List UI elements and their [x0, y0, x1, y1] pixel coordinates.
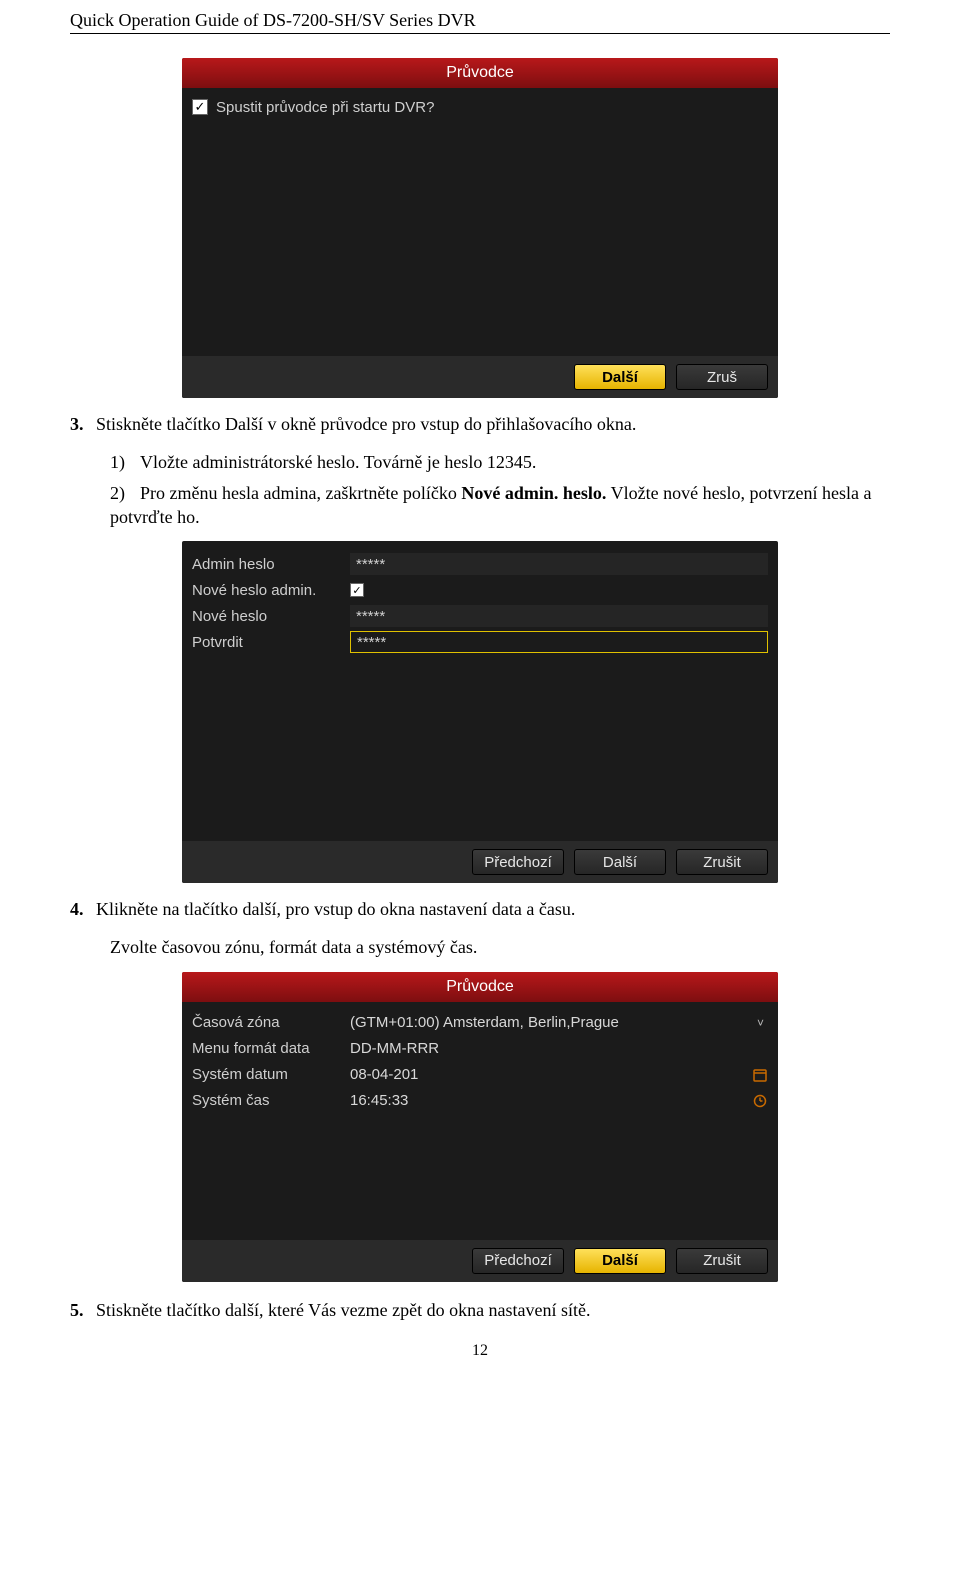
date-format-label: Menu formát data [192, 1040, 342, 1057]
next-button[interactable]: Další [574, 364, 666, 390]
wizard-panel-start: Průvodce ✓ Spustit průvodce při startu D… [182, 58, 778, 398]
system-date-field[interactable]: 08-04-201 [350, 1066, 768, 1083]
wizard-title: Průvodce [182, 972, 778, 1002]
calendar-icon[interactable] [752, 1067, 768, 1083]
cancel-button[interactable]: Zruš [676, 364, 768, 390]
step-3: 3.Stiskněte tlačítko Další v okně průvod… [70, 412, 890, 436]
step-3-sub2: 2)Pro změnu hesla admina, zaškrtněte pol… [110, 481, 890, 530]
confirm-password-label: Potvrdit [192, 634, 342, 651]
wizard-title: Průvodce [182, 58, 778, 88]
admin-password-field[interactable]: ***** [350, 553, 768, 575]
confirm-password-field[interactable]: ***** [350, 631, 768, 653]
step-5: 5.Stiskněte tlačítko další, které Vás ve… [70, 1298, 890, 1322]
timezone-label: Časová zóna [192, 1014, 342, 1031]
system-time-field[interactable]: 16:45:33 [350, 1092, 768, 1109]
chevron-down-icon: ˅ [753, 1016, 768, 1030]
start-wizard-label: Spustit průvodce při startu DVR? [216, 99, 434, 116]
wizard-panel-password: Admin heslo ***** Nové heslo admin. ✓ No… [182, 541, 778, 883]
step-4-line2: Zvolte časovou zónu, formát data a systé… [110, 935, 890, 959]
previous-button[interactable]: Předchozí [472, 1248, 564, 1274]
cancel-button[interactable]: Zrušit [676, 849, 768, 875]
next-button[interactable]: Další [574, 849, 666, 875]
next-button[interactable]: Další [574, 1248, 666, 1274]
date-format-value[interactable]: DD-MM-RRR [350, 1040, 768, 1057]
new-password-field[interactable]: ***** [350, 605, 768, 627]
cancel-button[interactable]: Zrušit [676, 1248, 768, 1274]
step-4: 4.Klikněte na tlačítko další, pro vstup … [70, 897, 890, 921]
page-header: Quick Operation Guide of DS-7200-SH/SV S… [70, 10, 890, 34]
new-admin-password-label: Nové heslo admin. [192, 582, 342, 599]
page-number: 12 [70, 1342, 890, 1360]
admin-password-label: Admin heslo [192, 556, 342, 573]
clock-icon[interactable] [752, 1093, 768, 1109]
new-password-label: Nové heslo [192, 608, 342, 625]
previous-button[interactable]: Předchozí [472, 849, 564, 875]
start-wizard-checkbox[interactable]: ✓ [192, 99, 208, 115]
timezone-select[interactable]: (GTM+01:00) Amsterdam, Berlin,Prague ˅ [350, 1014, 768, 1031]
new-admin-password-checkbox[interactable]: ✓ [350, 583, 364, 597]
system-time-label: Systém čas [192, 1092, 342, 1109]
step-3-sub1: 1)Vložte administrátorské heslo. Továrně… [110, 450, 890, 474]
system-date-label: Systém datum [192, 1066, 342, 1083]
wizard-panel-datetime: Průvodce Časová zóna (GTM+01:00) Amsterd… [182, 972, 778, 1282]
